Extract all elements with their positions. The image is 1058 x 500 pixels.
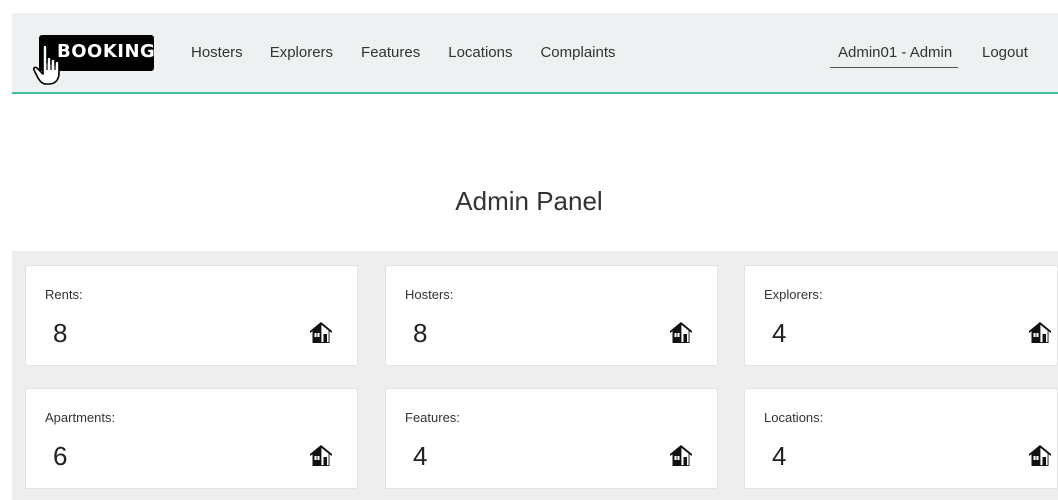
stat-card-value: 8 bbox=[53, 318, 68, 348]
nav-links: Hosters Explorers Features Locations Com… bbox=[191, 44, 644, 61]
house-icon bbox=[1029, 445, 1051, 466]
stat-card-label: Explorers: bbox=[764, 287, 823, 302]
house-icon bbox=[670, 445, 692, 466]
navbar: BOOKING Hosters Explorers Features Locat… bbox=[12, 13, 1058, 94]
stat-card-value: 4 bbox=[772, 318, 787, 348]
stat-card-hosters: Hosters: 8 bbox=[385, 265, 718, 366]
stat-card-label: Rents: bbox=[45, 287, 83, 302]
stat-card-value: 8 bbox=[413, 318, 428, 348]
stat-card-locations: Locations: 4 bbox=[744, 388, 1058, 489]
brand-logo[interactable]: BOOKING bbox=[33, 35, 155, 85]
house-icon bbox=[1029, 322, 1051, 343]
stat-card-features: Features: 4 bbox=[385, 388, 718, 489]
house-icon bbox=[310, 322, 332, 343]
stat-card-label: Apartments: bbox=[45, 410, 116, 425]
stat-card-value: 6 bbox=[53, 441, 68, 471]
stat-card-rents: Rents: 8 bbox=[25, 265, 358, 366]
nav-link-complaints[interactable]: Complaints bbox=[540, 44, 615, 61]
stats-cards-area: Rents: 8 Hosters: 8 Explorers: 4 Apartme… bbox=[12, 251, 1058, 500]
stat-card-apartments: Apartments: 6 bbox=[25, 388, 358, 489]
logout-link[interactable]: Logout bbox=[982, 44, 1028, 61]
pointing-hand-icon bbox=[33, 44, 60, 85]
nav-link-explorers[interactable]: Explorers bbox=[270, 44, 333, 61]
page-title: Admin Panel bbox=[455, 186, 603, 216]
stat-card-explorers: Explorers: 4 bbox=[744, 265, 1058, 366]
stat-card-label: Features: bbox=[405, 410, 460, 425]
house-icon bbox=[670, 322, 692, 343]
user-account-link[interactable]: Admin01 - Admin bbox=[830, 44, 959, 68]
stat-card-value: 4 bbox=[413, 441, 428, 471]
stat-card-value: 4 bbox=[772, 441, 787, 471]
stat-card-label: Locations: bbox=[764, 410, 824, 425]
nav-link-locations[interactable]: Locations bbox=[448, 44, 512, 61]
nav-link-hosters[interactable]: Hosters bbox=[191, 44, 243, 61]
stat-card-label: Hosters: bbox=[405, 287, 454, 302]
nav-link-features[interactable]: Features bbox=[361, 44, 420, 61]
house-icon bbox=[310, 445, 332, 466]
